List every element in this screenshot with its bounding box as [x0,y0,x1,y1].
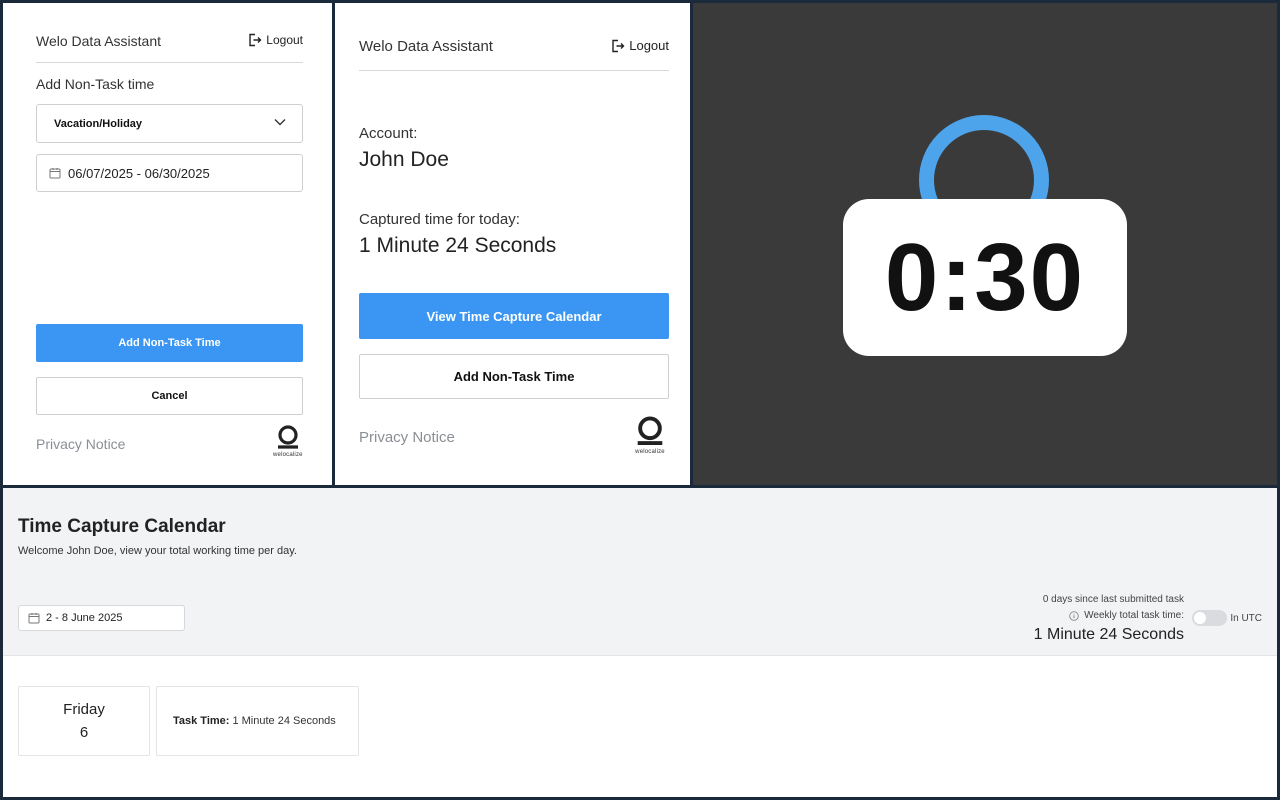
captured-time-value: 1 Minute 24 Seconds [359,234,557,257]
app-title: Welo Data Assistant [359,38,493,55]
timer-badge: 0:30 [843,199,1127,356]
weekly-total-value: 1 Minute 24 Seconds [1033,626,1184,643]
days-since-last-task: 0 days since last submitted task [1042,594,1184,605]
panel-header: Welo Data Assistant Logout [36,33,303,63]
account-name: John Doe [359,148,449,171]
info-icon[interactable] [1069,610,1079,621]
non-task-type-select[interactable]: Vacation/Holiday [36,104,303,143]
logo-mark-icon [277,425,298,449]
page-subtitle: Welcome John Doe, view your total workin… [18,545,297,557]
logo-text: welocalize [635,449,665,455]
section-title: Add Non-Task time [36,76,155,92]
logout-icon [249,33,262,47]
logo-mark-icon [637,416,663,446]
calendar-icon [28,613,40,624]
add-non-task-time-button[interactable]: Add Non-Task Time [36,324,303,362]
assistant-home-panel: Welo Data Assistant Logout Account: John… [335,3,690,485]
weekly-total-row: Weekly total task time: [1069,610,1184,621]
privacy-notice-link[interactable]: Privacy Notice [359,429,455,446]
utc-toggle[interactable] [1192,610,1227,626]
task-time-label: Task Time: [173,715,230,727]
panel-header: Welo Data Assistant Logout [359,38,669,71]
add-non-task-time-button[interactable]: Add Non-Task Time [359,354,669,399]
week-range-value: 2 - 8 June 2025 [46,612,123,624]
select-value: Vacation/Holiday [54,117,143,130]
day-card: Friday 6 [18,686,150,756]
welocalize-logo: welocalize [634,416,666,455]
logout-button[interactable]: Logout [611,38,669,53]
app-title: Welo Data Assistant [36,33,162,49]
welocalize-logo: welocalize [273,425,303,458]
cancel-button[interactable]: Cancel [36,377,303,415]
weekly-total-label: Weekly total task time: [1084,610,1184,621]
date-range-value: 06/07/2025 - 06/30/2025 [68,165,210,181]
logo-text: welocalize [273,452,303,458]
logout-label: Logout [629,38,669,53]
calendar-header: Time Capture Calendar Welcome John Doe, … [3,488,1277,656]
privacy-notice-link[interactable]: Privacy Notice [36,436,125,452]
task-time-card: Task Time: 1 Minute 24 Seconds [156,686,359,756]
captured-time-label: Captured time for today: [359,211,520,228]
utc-label: In UTC [1230,613,1262,624]
timer-value: 0:30 [884,223,1086,331]
week-range-picker[interactable]: 2 - 8 June 2025 [18,605,185,631]
date-range-input[interactable]: 06/07/2025 - 06/30/2025 [36,154,303,192]
timer-badge-panel: 0:30 [693,3,1277,485]
time-capture-calendar-panel: Time Capture Calendar Welcome John Doe, … [3,488,1277,797]
view-time-capture-calendar-button[interactable]: View Time Capture Calendar [359,293,669,339]
chevron-down-icon [274,119,286,126]
logout-label: Logout [266,33,303,47]
day-number: 6 [79,724,89,741]
logout-icon [612,39,625,52]
day-name: Friday [63,701,105,718]
toggle-knob [1194,612,1206,624]
task-time-value: 1 Minute 24 Seconds [232,715,336,727]
page-title: Time Capture Calendar [18,516,226,537]
add-non-task-panel: Welo Data Assistant Logout Add Non-Task … [3,3,332,485]
calendar-icon [49,168,61,179]
logout-button[interactable]: Logout [248,33,303,47]
account-label: Account: [359,125,418,142]
